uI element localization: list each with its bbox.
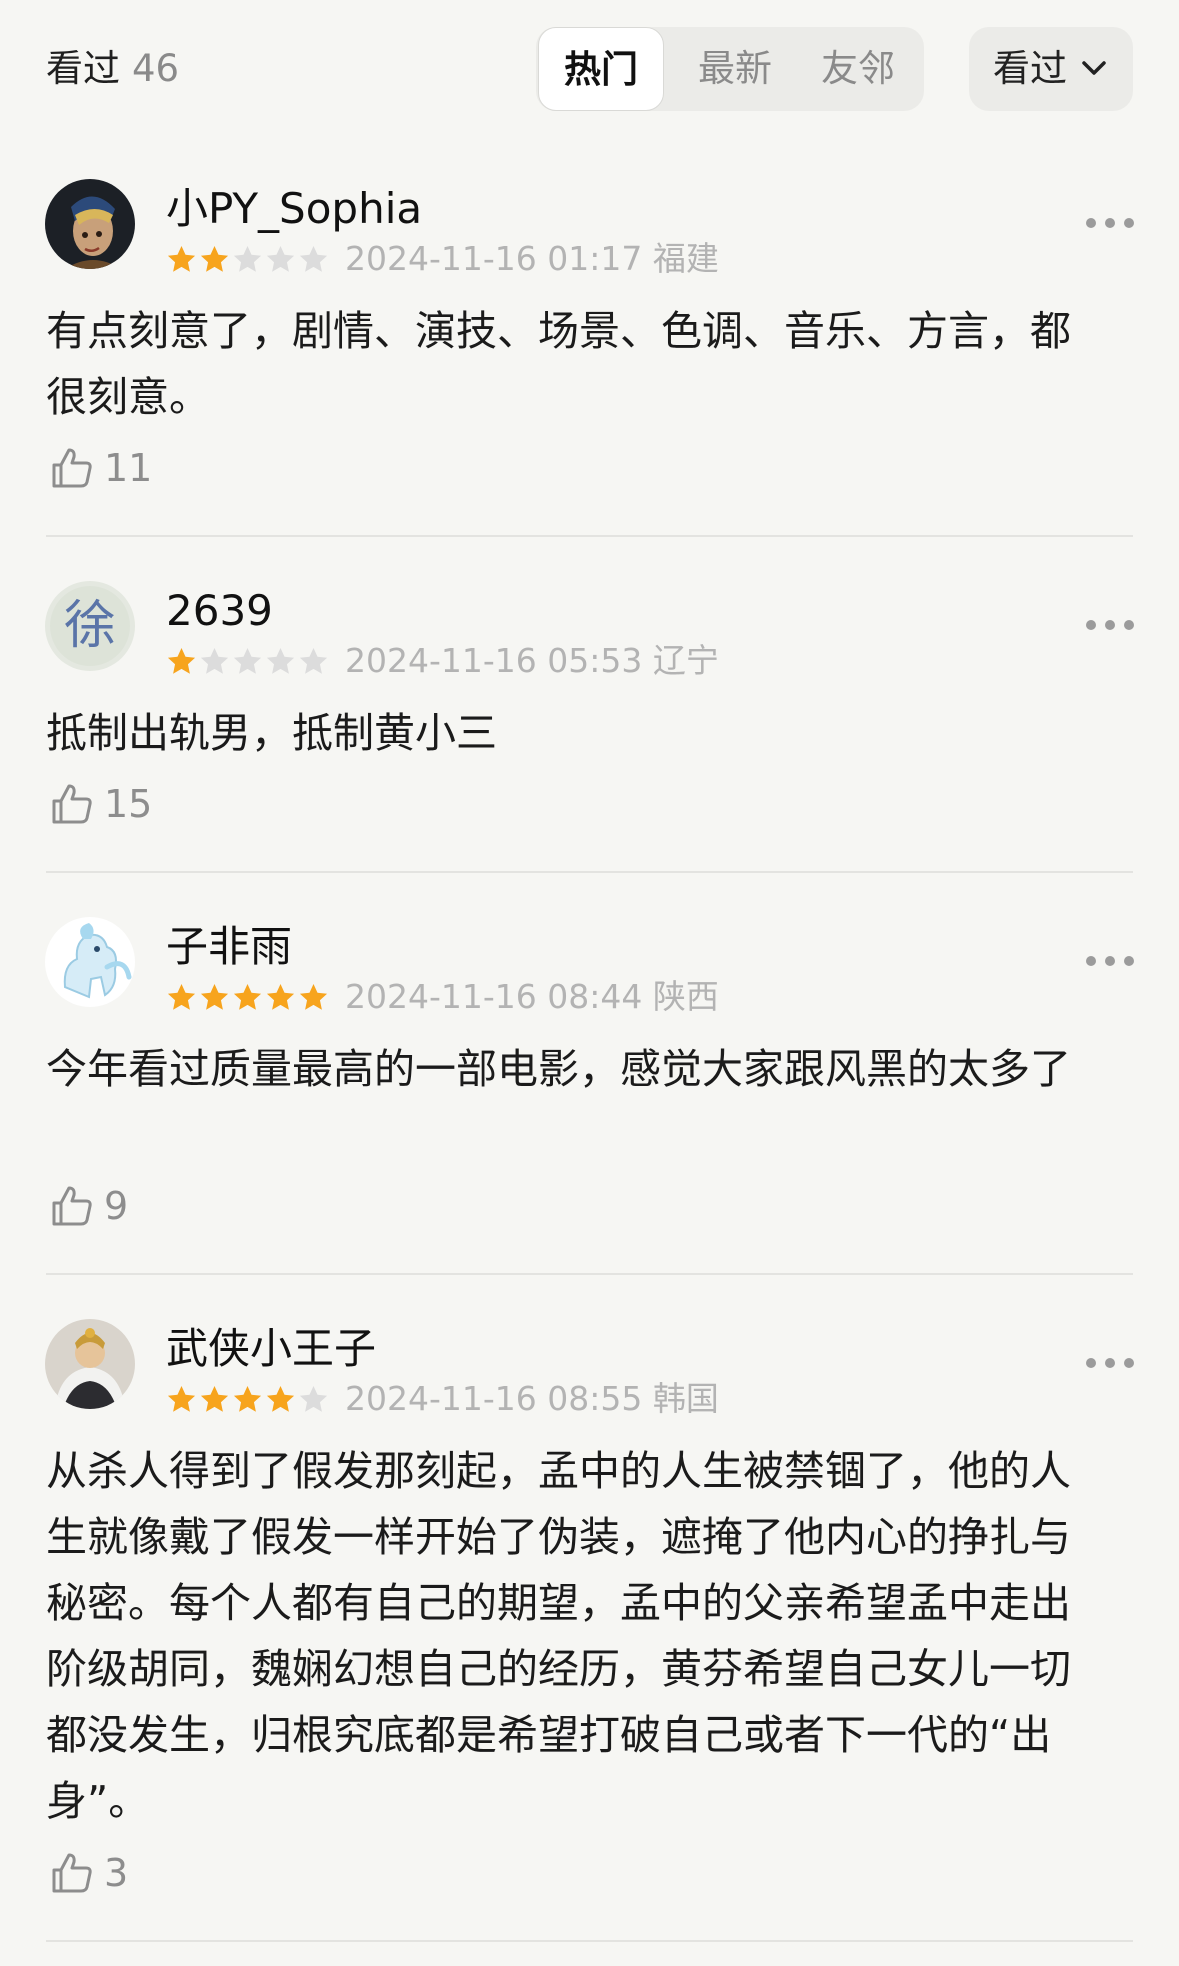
star-filled-icon bbox=[233, 983, 262, 1010]
tab-friends[interactable]: 友邻 bbox=[799, 27, 917, 111]
avatar[interactable]: 徐 bbox=[45, 581, 135, 671]
comment-text: 今年看过质量最高的一部电影，感觉大家跟风黑的太多了 bbox=[46, 1045, 1071, 1093]
more-options-button[interactable] bbox=[1086, 954, 1134, 968]
like-button[interactable]: 15 bbox=[50, 780, 152, 828]
star-empty-icon bbox=[299, 245, 328, 272]
like-count: 9 bbox=[104, 1184, 129, 1228]
star-empty-icon bbox=[299, 647, 328, 674]
thumbs-up-icon bbox=[52, 1853, 92, 1893]
comment-timestamp-location: 2024-11-16 08:55 韩国 bbox=[345, 1379, 719, 1418]
divider bbox=[46, 1940, 1133, 1942]
star-rating bbox=[166, 244, 331, 275]
comment-meta: 2024-11-16 08:44 陕西 bbox=[166, 979, 719, 1015]
divider bbox=[46, 871, 1133, 873]
more-dot-icon bbox=[1086, 620, 1096, 630]
comment-text: 抵制出轨男，抵制黄小三 bbox=[46, 709, 497, 757]
star-empty-icon bbox=[200, 647, 229, 674]
comment-timestamp-location: 2024-11-16 08:44 陕西 bbox=[345, 977, 719, 1016]
more-dot-icon bbox=[1086, 956, 1096, 966]
star-filled-icon bbox=[266, 983, 295, 1010]
star-filled-icon bbox=[266, 1385, 295, 1412]
more-dot-icon bbox=[1124, 956, 1134, 966]
comment-meta: 2024-11-16 08:55 韩国 bbox=[166, 1381, 719, 1417]
comment-timestamp-location: 2024-11-16 05:53 辽宁 bbox=[345, 641, 719, 680]
more-dot-icon bbox=[1105, 218, 1115, 228]
avatar[interactable] bbox=[45, 179, 135, 269]
more-dot-icon bbox=[1105, 956, 1115, 966]
star-rating bbox=[166, 646, 331, 677]
more-dot-icon bbox=[1124, 620, 1134, 630]
seen-count: 46 bbox=[132, 47, 180, 90]
seen-count-label: 看过 46 bbox=[46, 44, 179, 94]
more-dot-icon bbox=[1105, 620, 1115, 630]
like-count: 11 bbox=[104, 446, 153, 490]
more-options-button[interactable] bbox=[1086, 1356, 1134, 1370]
avatar[interactable] bbox=[45, 1319, 135, 1409]
star-filled-icon bbox=[200, 1385, 229, 1412]
comment-text: 从杀人得到了假发那刻起，孟中的人生被禁锢了，他的人生就像戴了假发一样开始了伪装，… bbox=[46, 1447, 1071, 1825]
star-empty-icon bbox=[299, 1385, 328, 1412]
thumbs-up-icon bbox=[52, 1186, 92, 1226]
star-filled-icon bbox=[167, 647, 196, 674]
star-filled-icon bbox=[200, 245, 229, 272]
divider bbox=[46, 1273, 1133, 1275]
tab-latest[interactable]: 最新 bbox=[676, 27, 794, 111]
more-dot-icon bbox=[1086, 1358, 1096, 1368]
username[interactable]: 子非雨 bbox=[166, 921, 292, 973]
star-empty-icon bbox=[233, 647, 262, 674]
like-button[interactable]: 11 bbox=[50, 444, 152, 492]
more-options-button[interactable] bbox=[1086, 618, 1134, 632]
star-rating bbox=[166, 982, 331, 1013]
thumbs-up-icon bbox=[52, 448, 92, 488]
username[interactable]: 小PY_Sophia bbox=[166, 183, 422, 235]
thumbs-up-icon bbox=[52, 784, 92, 824]
star-filled-icon bbox=[200, 983, 229, 1010]
comment-text: 有点刻意了，剧情、演技、场景、色调、音乐、方言，都很刻意。 bbox=[46, 307, 1071, 421]
comment-meta: 2024-11-16 05:53 辽宁 bbox=[166, 643, 719, 679]
status-filter-button[interactable]: 看过 bbox=[969, 27, 1133, 111]
more-dot-icon bbox=[1105, 1358, 1115, 1368]
like-button[interactable]: 3 bbox=[50, 1849, 128, 1897]
more-dot-icon bbox=[1124, 218, 1134, 228]
svg-text:徐: 徐 bbox=[64, 596, 116, 656]
more-dot-icon bbox=[1124, 1358, 1134, 1368]
divider bbox=[46, 535, 1133, 537]
sort-segmented-control: 热门 最新 友邻 bbox=[536, 27, 924, 111]
more-dot-icon bbox=[1086, 218, 1096, 228]
seen-label: 看过 bbox=[46, 47, 120, 90]
filter-label: 看过 bbox=[993, 47, 1067, 90]
avatar[interactable] bbox=[45, 917, 135, 1007]
comment-timestamp-location: 2024-11-16 01:17 福建 bbox=[345, 239, 719, 278]
comments-page: 看过 46 热门 最新 友邻 看过 小PY_Sophia 2024-11-16 … bbox=[0, 0, 1179, 1966]
star-empty-icon bbox=[266, 245, 295, 272]
like-count: 3 bbox=[104, 1851, 129, 1895]
star-filled-icon bbox=[299, 983, 328, 1010]
star-filled-icon bbox=[233, 1385, 262, 1412]
star-empty-icon bbox=[266, 647, 295, 674]
star-empty-icon bbox=[233, 245, 262, 272]
comments-header: 看过 46 热门 最新 友邻 看过 bbox=[0, 0, 1179, 140]
tab-hot[interactable]: 热门 bbox=[538, 27, 664, 111]
more-options-button[interactable] bbox=[1086, 216, 1134, 230]
username[interactable]: 武侠小王子 bbox=[166, 1323, 376, 1375]
username[interactable]: 2639 bbox=[166, 585, 273, 637]
like-button[interactable]: 9 bbox=[50, 1182, 128, 1230]
star-filled-icon bbox=[167, 983, 196, 1010]
comment-meta: 2024-11-16 01:17 福建 bbox=[166, 241, 719, 277]
star-rating bbox=[166, 1384, 331, 1415]
chevron-down-icon bbox=[1082, 61, 1106, 75]
star-filled-icon bbox=[167, 245, 196, 272]
star-filled-icon bbox=[167, 1385, 196, 1412]
like-count: 15 bbox=[104, 782, 153, 826]
